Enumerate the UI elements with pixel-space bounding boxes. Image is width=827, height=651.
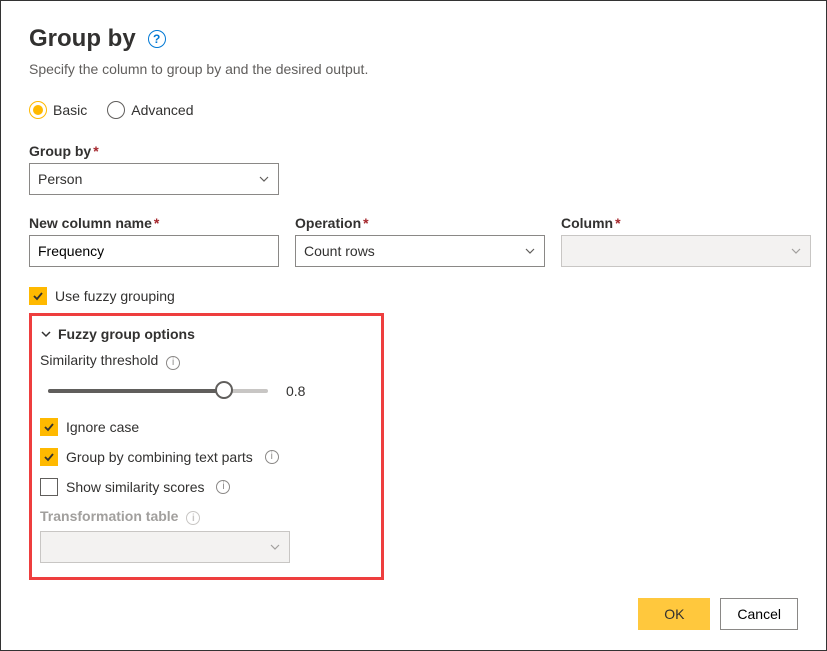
mode-radio-group: Basic Advanced	[29, 101, 798, 119]
radio-basic[interactable]: Basic	[29, 101, 87, 119]
ignore-case-label: Ignore case	[66, 419, 139, 435]
group-by-dialog: Group by ? Specify the column to group b…	[0, 0, 827, 651]
use-fuzzy-label: Use fuzzy grouping	[55, 288, 175, 304]
info-icon[interactable]: i	[166, 356, 180, 370]
chevron-down-icon	[524, 245, 536, 257]
similarity-slider[interactable]	[48, 382, 268, 400]
column-field: Column*	[561, 215, 811, 267]
slider-thumb[interactable]	[215, 381, 233, 399]
checkbox-icon	[40, 478, 58, 496]
chevron-down-icon	[40, 328, 52, 340]
radio-advanced[interactable]: Advanced	[107, 101, 193, 119]
checkbox-icon	[40, 418, 58, 436]
radio-icon	[107, 101, 125, 119]
dialog-title: Group by	[29, 25, 136, 53]
fuzzy-options-panel: Fuzzy group options Similarity threshold…	[29, 313, 384, 580]
ignore-case-checkbox[interactable]: Ignore case	[40, 418, 373, 436]
new-column-label: New column name*	[29, 215, 279, 231]
fuzzy-options-expander[interactable]: Fuzzy group options	[40, 326, 373, 342]
transform-table-select	[40, 531, 290, 563]
new-column-input[interactable]	[29, 235, 279, 267]
operation-label: Operation*	[295, 215, 545, 231]
group-by-select[interactable]: Person	[29, 163, 279, 195]
combine-parts-label: Group by combining text parts	[66, 449, 253, 465]
radio-basic-label: Basic	[53, 102, 87, 118]
radio-icon	[29, 101, 47, 119]
show-scores-label: Show similarity scores	[66, 479, 204, 495]
fuzzy-options-title: Fuzzy group options	[58, 326, 195, 342]
column-select	[561, 235, 811, 267]
radio-advanced-label: Advanced	[131, 102, 193, 118]
dialog-footer: OK Cancel	[638, 598, 798, 630]
operation-select[interactable]: Count rows	[295, 235, 545, 267]
show-scores-checkbox[interactable]: Show similarity scores i	[40, 478, 373, 496]
transform-table-label: Transformation table i	[40, 508, 373, 526]
info-icon: i	[186, 511, 200, 525]
chevron-down-icon	[269, 541, 281, 553]
similarity-value: 0.8	[286, 383, 305, 399]
info-icon[interactable]: i	[265, 450, 279, 464]
aggregation-row: New column name* Operation* Count rows C…	[29, 215, 798, 267]
cancel-button[interactable]: Cancel	[720, 598, 798, 630]
info-icon[interactable]: i	[216, 480, 230, 494]
chevron-down-icon	[258, 173, 270, 185]
column-label: Column*	[561, 215, 811, 231]
help-icon[interactable]: ?	[148, 30, 166, 48]
checkbox-icon	[40, 448, 58, 466]
ok-button[interactable]: OK	[638, 598, 710, 630]
similarity-label: Similarity threshold i	[40, 352, 373, 370]
new-column-field: New column name*	[29, 215, 279, 267]
operation-field: Operation* Count rows	[295, 215, 545, 267]
group-by-field: Group by* Person	[29, 143, 798, 195]
operation-value: Count rows	[304, 243, 375, 259]
slider-fill	[48, 389, 224, 393]
dialog-subtitle: Specify the column to group by and the d…	[29, 61, 798, 77]
similarity-threshold-field: Similarity threshold i 0.8	[40, 352, 373, 400]
chevron-down-icon	[790, 245, 802, 257]
group-by-value: Person	[38, 171, 82, 187]
use-fuzzy-checkbox[interactable]: Use fuzzy grouping	[29, 287, 798, 305]
combine-parts-checkbox[interactable]: Group by combining text parts i	[40, 448, 373, 466]
checkbox-icon	[29, 287, 47, 305]
similarity-slider-row: 0.8	[48, 382, 373, 400]
dialog-header: Group by ?	[29, 25, 798, 53]
group-by-label: Group by*	[29, 143, 798, 159]
